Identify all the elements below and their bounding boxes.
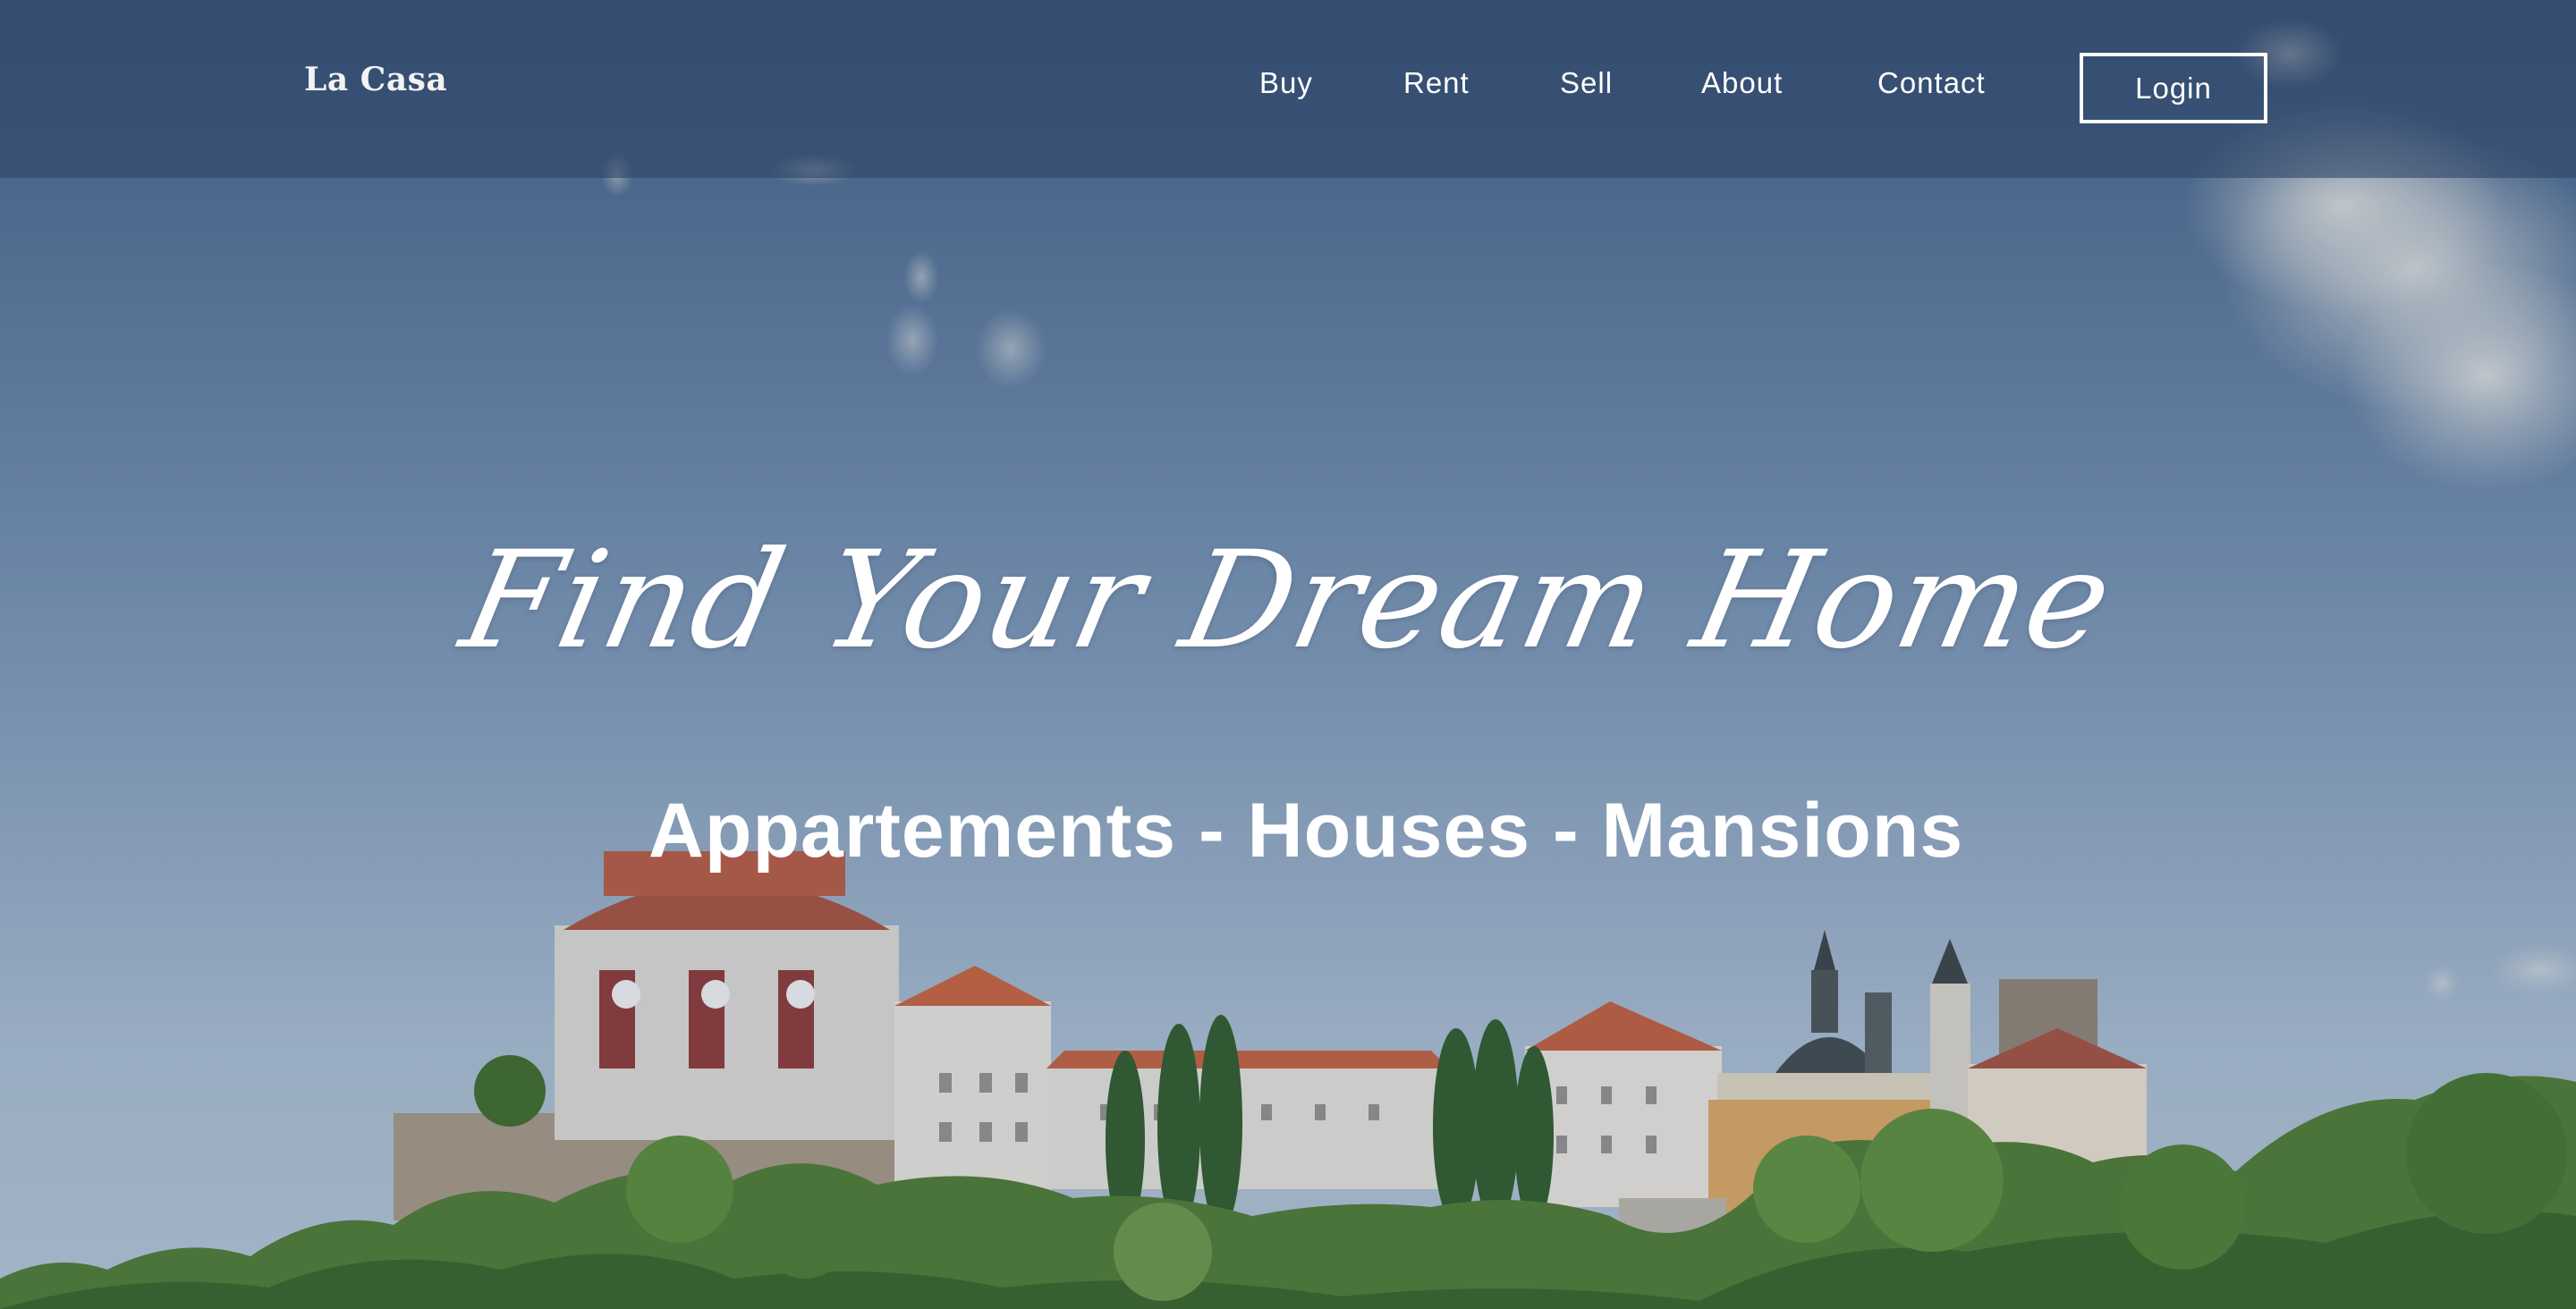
nav-link-contact[interactable]: Contact (1877, 66, 1986, 100)
nav-link-about[interactable]: About (1701, 66, 1783, 100)
login-button[interactable]: Login (2080, 53, 2267, 123)
nav-link-sell[interactable]: Sell (1560, 66, 1613, 100)
hero-subheadline: Appartements - Houses - Mansions (648, 788, 1964, 874)
nav-link-buy[interactable]: Buy (1259, 66, 1313, 100)
hero-headline: Find Your Dream Home (450, 523, 2126, 679)
brand-logo[interactable]: La Casa (304, 61, 447, 98)
top-navbar: La Casa Buy Rent Sell About Contact Logi… (0, 0, 2576, 178)
nav-link-rent[interactable]: Rent (1403, 66, 1470, 100)
